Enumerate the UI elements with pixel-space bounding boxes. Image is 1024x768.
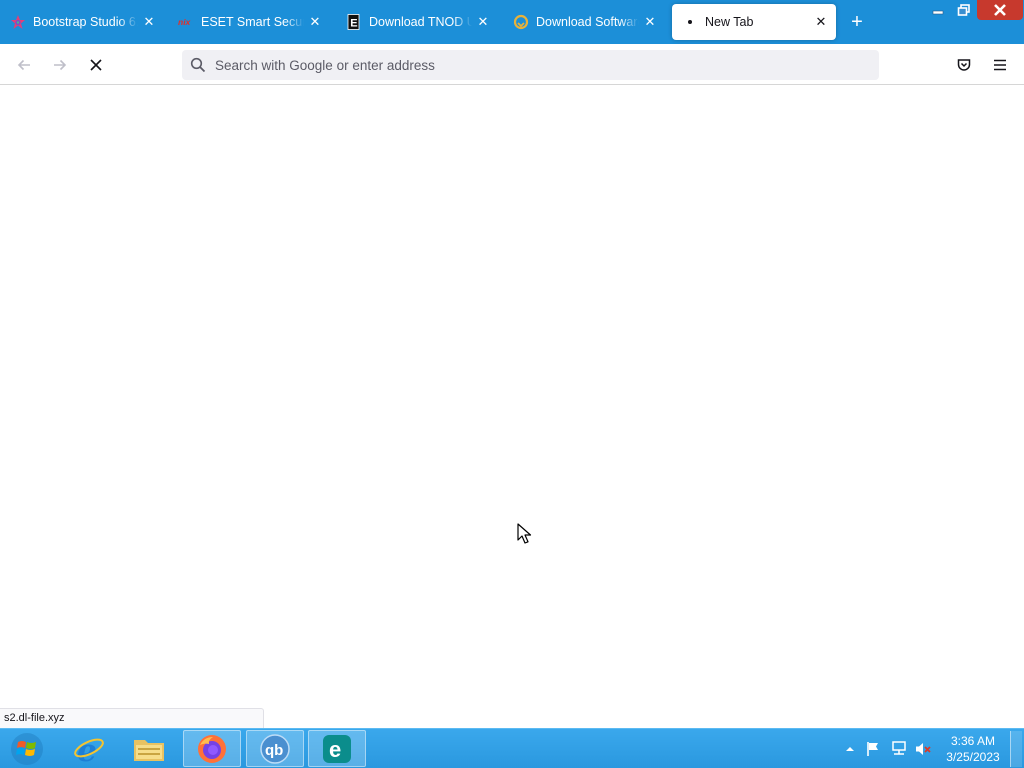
close-window-button[interactable] [977,0,1023,20]
loading-dot-icon [682,14,698,30]
tab-new-tab[interactable]: New Tab ✕ [672,4,836,40]
pocket-icon [957,59,971,71]
nix-icon: nix [178,14,194,30]
dlfile-icon [513,14,529,30]
taskbar: e qb e 3:36 AM 3/25/2023 [0,728,1024,768]
taskbar-firefox[interactable] [183,730,241,767]
mouse-cursor-icon [517,523,532,544]
taskbar-internet-explorer[interactable]: e [60,730,118,767]
tab-strip: Bootstrap Studio 6.1.3 | Dl-File ✕ nix E… [0,0,1024,44]
svg-text:e: e [329,737,341,762]
eset-icon: e [323,734,351,763]
speaker-muted-icon [916,743,931,755]
close-icon [994,4,1006,16]
stop-loading-button[interactable] [83,52,109,78]
minimize-button[interactable] [925,0,951,20]
show-hidden-icons-button[interactable] [844,729,856,768]
svg-text:nix: nix [178,17,192,27]
flag-icon [867,742,878,756]
close-tab-icon[interactable]: ✕ [304,11,326,33]
tab-title: Download TNOD User & Password [369,15,472,29]
taskbar-eset[interactable]: e [308,730,366,767]
qbittorrent-icon: qb [260,733,290,764]
firefox-icon [198,734,226,763]
forward-button[interactable] [47,52,73,78]
hamburger-menu-icon [994,59,1006,71]
taskbar-qbittorrent[interactable]: qb [246,730,304,767]
close-tab-icon[interactable]: ✕ [138,11,160,33]
clock-time: 3:36 AM [950,734,996,748]
show-desktop-button[interactable] [1010,731,1022,767]
ie-icon: e [74,733,104,766]
pocket-button[interactable] [951,52,977,78]
status-link-preview: s2.dl-file.xyz [0,708,264,728]
search-icon [190,57,206,73]
back-button[interactable] [11,52,37,78]
tab-title: ESET Smart Security Premium [201,15,304,29]
svg-text:qb: qb [265,742,283,759]
taskbar-file-explorer[interactable] [120,730,178,767]
minimize-icon [932,10,944,15]
close-tab-icon[interactable]: ✕ [639,11,661,33]
address-bar[interactable] [182,50,879,80]
page-content [0,85,1024,728]
clock-date: 3/25/2023 [946,750,1000,764]
tab-title: New Tab [705,15,754,29]
system-clock[interactable]: 3:36 AM 3/25/2023 [942,733,1004,765]
stop-icon [90,59,102,71]
windows-logo-icon [11,733,43,765]
start-button[interactable] [4,731,50,767]
url-input[interactable] [215,57,855,73]
new-tab-button[interactable]: + [846,11,868,33]
close-tab-icon[interactable]: ✕ [472,11,494,33]
app-menu-button[interactable] [987,52,1013,78]
tab-title: Download Software | Dl-File [536,15,639,29]
network-button[interactable] [890,729,908,768]
action-center-button[interactable] [865,729,881,768]
folder-icon [134,739,164,761]
tab-eset-smart-security[interactable]: nix ESET Smart Security Premium ✕ [168,4,330,40]
tab-bootstrap-studio[interactable]: Bootstrap Studio 6.1.3 | Dl-File ✕ [0,4,164,40]
tab-download-tnod[interactable]: E Download TNOD User & Password ✕ [336,4,498,40]
bootstrap-studio-icon [10,14,26,30]
back-arrow-icon [17,59,30,71]
tab-title: Bootstrap Studio 6.1.3 | Dl-File [33,15,138,29]
navigation-toolbar [0,44,1024,85]
network-icon [892,741,906,755]
tab-download-software[interactable]: Download Software | Dl-File ✕ [503,4,665,40]
restore-icon [957,4,970,16]
svg-text:e: e [77,733,97,766]
chevron-up-icon [846,747,854,751]
volume-button[interactable] [914,729,932,768]
restore-button[interactable] [951,0,977,20]
svg-text:E: E [350,18,357,30]
tnod-icon: E [346,14,362,30]
forward-arrow-icon [54,59,67,71]
close-tab-icon[interactable]: ✕ [810,11,832,33]
